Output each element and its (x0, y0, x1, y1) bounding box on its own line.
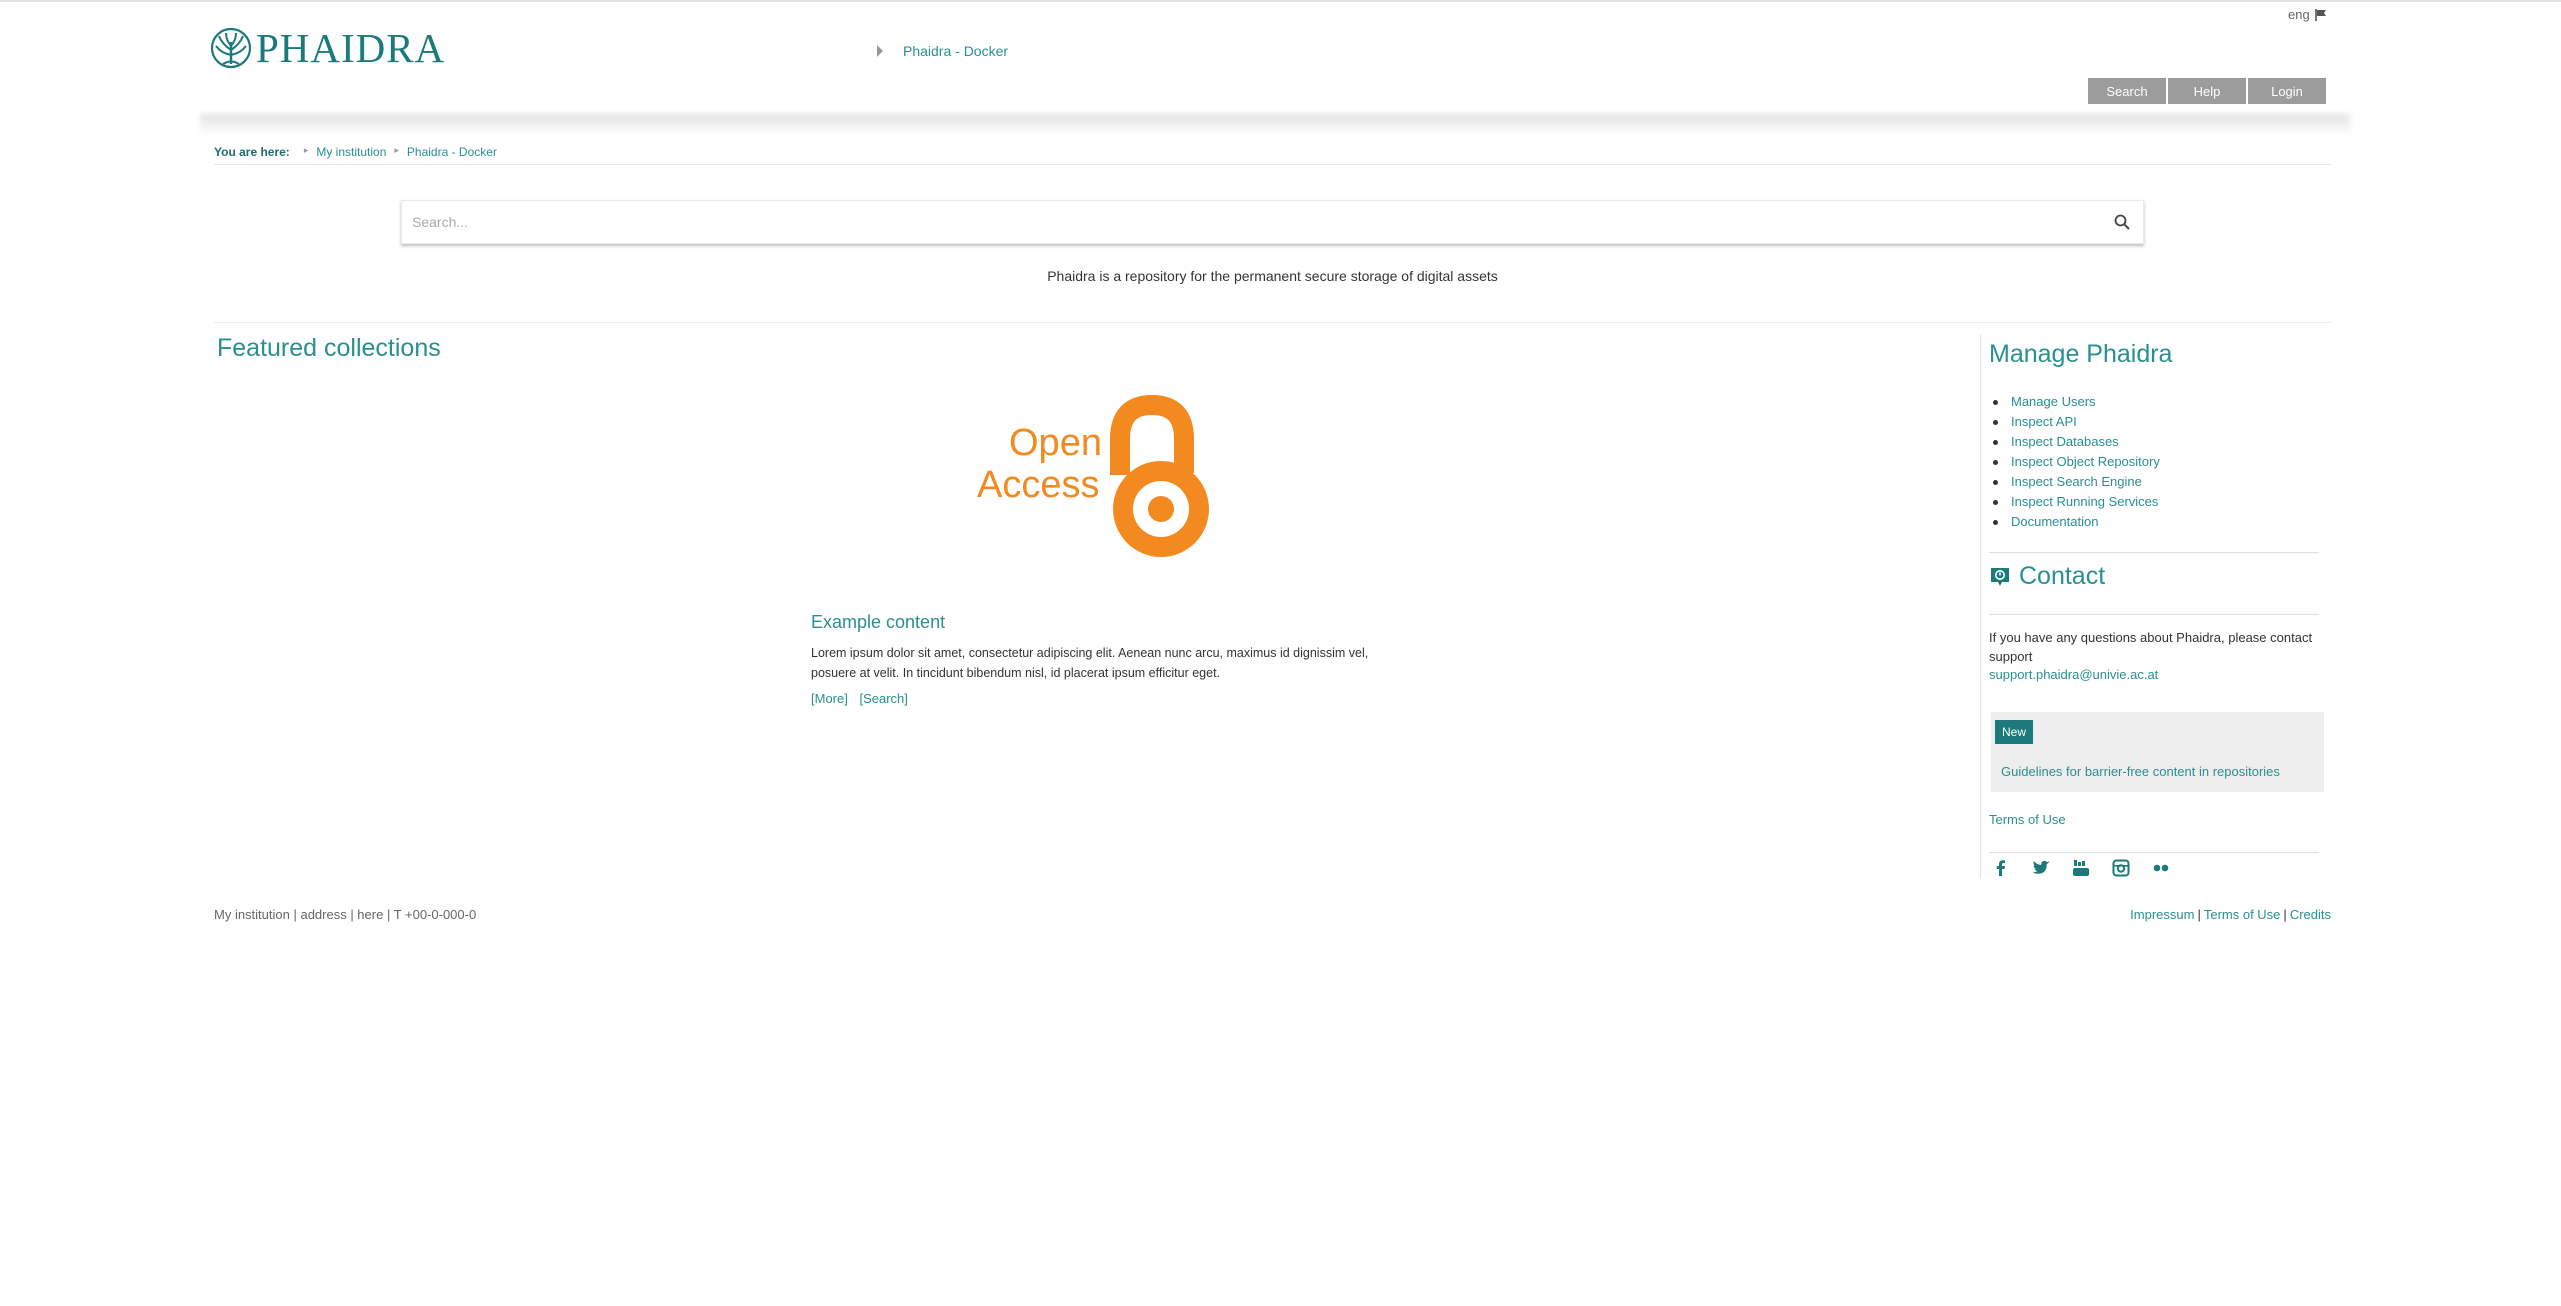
footer-links: Impressum | Terms of Use | Credits (2130, 907, 2331, 922)
logo-text: PHAIDRA (256, 24, 446, 71)
divider (1989, 614, 2319, 615)
caret-right-icon (877, 45, 883, 57)
inspect-databases-link[interactable]: Inspect Databases (2011, 432, 2119, 452)
collection-description: Lorem ipsum dolor sit amet, consectetur … (811, 646, 1369, 680)
open-access-text-line1: Open (1009, 422, 1102, 464)
breadcrumb-separator: ▸ (303, 145, 309, 155)
divider (1989, 852, 2319, 853)
search-input[interactable] (402, 201, 2113, 243)
manage-phaidra-title: Manage Phaidra (1989, 340, 2173, 368)
bullet (1993, 439, 1998, 445)
inspect-object-repository-link[interactable]: Inspect Object Repository (2011, 452, 2160, 472)
bullet (1993, 459, 1998, 465)
social-links (1991, 858, 2171, 878)
open-access-logo[interactable]: Open Access (965, 387, 1223, 577)
collection-links: [More] [Search] (811, 691, 1391, 706)
footer-address: My institution | address | here | T +00-… (214, 907, 477, 922)
footer-separator: | (2283, 907, 2287, 922)
breadcrumb-item-phaidra-docker[interactable]: Phaidra - Docker (407, 145, 497, 159)
collection-more-link[interactable]: [More] (811, 691, 848, 706)
footer-terms-link[interactable]: Terms of Use (2204, 907, 2281, 922)
search-bar (401, 200, 2144, 244)
inspect-search-engine-link[interactable]: Inspect Search Engine (2011, 472, 2142, 492)
site-nav: Phaidra - Docker (877, 43, 1008, 59)
header-shadow (200, 114, 2350, 136)
collection-search-link[interactable]: [Search] (859, 691, 907, 706)
top-button-bar: Search Help Login (2088, 78, 2326, 104)
documentation-link[interactable]: Documentation (2011, 512, 2098, 532)
manage-users-link[interactable]: Manage Users (2011, 392, 2096, 412)
list-item: Inspect Databases (1993, 432, 2160, 452)
breadcrumb: You are here: ▸ My institution ▸ Phaidra… (214, 145, 2331, 165)
contact-header: Contact (1989, 562, 2105, 591)
featured-collections-title: Featured collections (217, 334, 441, 362)
search-icon[interactable] (2113, 213, 2131, 231)
breadcrumb-label: You are here: (214, 145, 290, 159)
contact-text: If you have any questions about Phaidra,… (1989, 630, 2313, 664)
flickr-icon[interactable] (2151, 858, 2171, 878)
language-switcher[interactable]: eng (2288, 7, 2328, 22)
contact-bubble-icon (1991, 567, 2009, 586)
bullet (1993, 399, 1998, 405)
list-item: Inspect Object Repository (1993, 452, 2160, 472)
list-item: Inspect Running Services (1993, 492, 2160, 512)
site-tagline: Phaidra is a repository for the permanen… (1047, 268, 1498, 284)
collection-title[interactable]: Example content (811, 612, 1391, 633)
language-label: eng (2288, 7, 2310, 22)
divider (1989, 552, 2319, 553)
breadcrumb-item-institution[interactable]: My institution (316, 145, 386, 159)
sidebar: Manage Phaidra Manage Users Inspect API … (1980, 334, 2325, 879)
instagram-icon[interactable] (2111, 858, 2131, 878)
terms-of-use-link[interactable]: Terms of Use (1989, 812, 2066, 827)
list-item: Inspect API (1993, 412, 2160, 432)
divider (214, 322, 2331, 323)
site-link-phaidra-docker[interactable]: Phaidra - Docker (903, 43, 1008, 59)
list-item: Documentation (1993, 512, 2160, 532)
credits-link[interactable]: Credits (2290, 907, 2331, 922)
bullet (1993, 479, 1998, 485)
collection-card: Example content Lorem ipsum dolor sit am… (811, 612, 1391, 706)
footer-separator: | (2197, 907, 2201, 922)
inspect-running-services-link[interactable]: Inspect Running Services (2011, 492, 2158, 512)
login-button[interactable]: Login (2248, 78, 2326, 104)
list-item: Manage Users (1993, 392, 2160, 412)
help-button[interactable]: Help (2168, 78, 2246, 104)
open-access-text-line2: Access (977, 464, 1099, 506)
support-email-link[interactable]: support.phaidra@univie.ac.at (1989, 667, 2158, 682)
youtube-icon[interactable] (2071, 858, 2091, 878)
impressum-link[interactable]: Impressum (2130, 907, 2194, 922)
manage-list: Manage Users Inspect API Inspect Databas… (1993, 392, 2160, 532)
contact-title: Contact (2019, 562, 2106, 590)
bullet (1993, 519, 1998, 525)
site-header: PHAIDRA Phaidra - Docker eng Search Help… (0, 2, 2561, 122)
breadcrumb-separator: ▸ (394, 145, 399, 155)
flag-icon (2314, 8, 2326, 21)
guidelines-link[interactable]: Guidelines for barrier-free content in r… (2001, 764, 2280, 779)
search-button[interactable]: Search (2088, 78, 2166, 104)
phaidra-logo[interactable]: PHAIDRA (210, 26, 445, 70)
news-box: New Guidelines for barrier-free content … (1991, 712, 2324, 792)
facebook-icon[interactable] (1991, 858, 2011, 878)
inspect-api-link[interactable]: Inspect API (2011, 412, 2077, 432)
twitter-icon[interactable] (2031, 858, 2051, 878)
bullet (1993, 499, 1998, 505)
tree-logo-icon (210, 27, 252, 69)
list-item: Inspect Search Engine (1993, 472, 2160, 492)
new-badge: New (1995, 720, 2034, 744)
bullet (1993, 419, 1998, 425)
